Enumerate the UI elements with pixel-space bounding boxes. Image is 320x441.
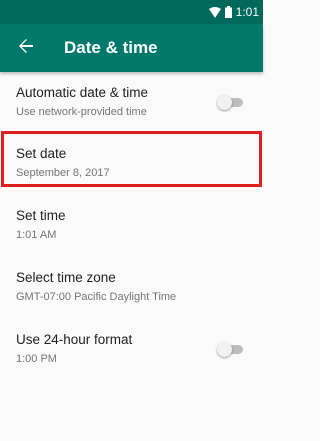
arrow-back-icon — [18, 38, 34, 59]
page-title: Date & time — [64, 38, 158, 57]
automatic-date-time-switch[interactable] — [217, 95, 245, 110]
setting-summary: 1:01 AM — [16, 229, 57, 241]
setting-title: Set time — [16, 208, 66, 223]
setting-summary: GMT-07:00 Pacific Daylight Time — [16, 291, 177, 303]
setting-select-time-zone[interactable]: Select time zone GMT-07:00 Pacific Dayli… — [0, 256, 263, 318]
setting-summary: September 8, 2017 — [16, 167, 110, 179]
status-bar: 1:01 — [0, 0, 263, 24]
status-time: 1:01 — [235, 5, 259, 19]
setting-set-date[interactable]: Set date September 8, 2017 — [0, 132, 263, 194]
app-bar: Date & time — [0, 24, 263, 72]
setting-title: Set date — [16, 146, 67, 161]
settings-list: Automatic date & time Use network-provid… — [0, 72, 263, 380]
wifi-icon — [208, 6, 221, 18]
setting-automatic-date-time[interactable]: Automatic date & time Use network-provid… — [0, 72, 263, 132]
switch-thumb — [217, 342, 232, 357]
switch-thumb — [217, 95, 232, 110]
battery-icon — [224, 6, 232, 18]
setting-use-24-hour-format[interactable]: Use 24-hour format 1:00 PM — [0, 318, 263, 380]
setting-set-time[interactable]: Set time 1:01 AM — [0, 194, 263, 256]
back-button[interactable] — [2, 24, 50, 72]
setting-title: Select time zone — [16, 270, 116, 285]
use-24-hour-format-switch[interactable] — [217, 342, 245, 357]
